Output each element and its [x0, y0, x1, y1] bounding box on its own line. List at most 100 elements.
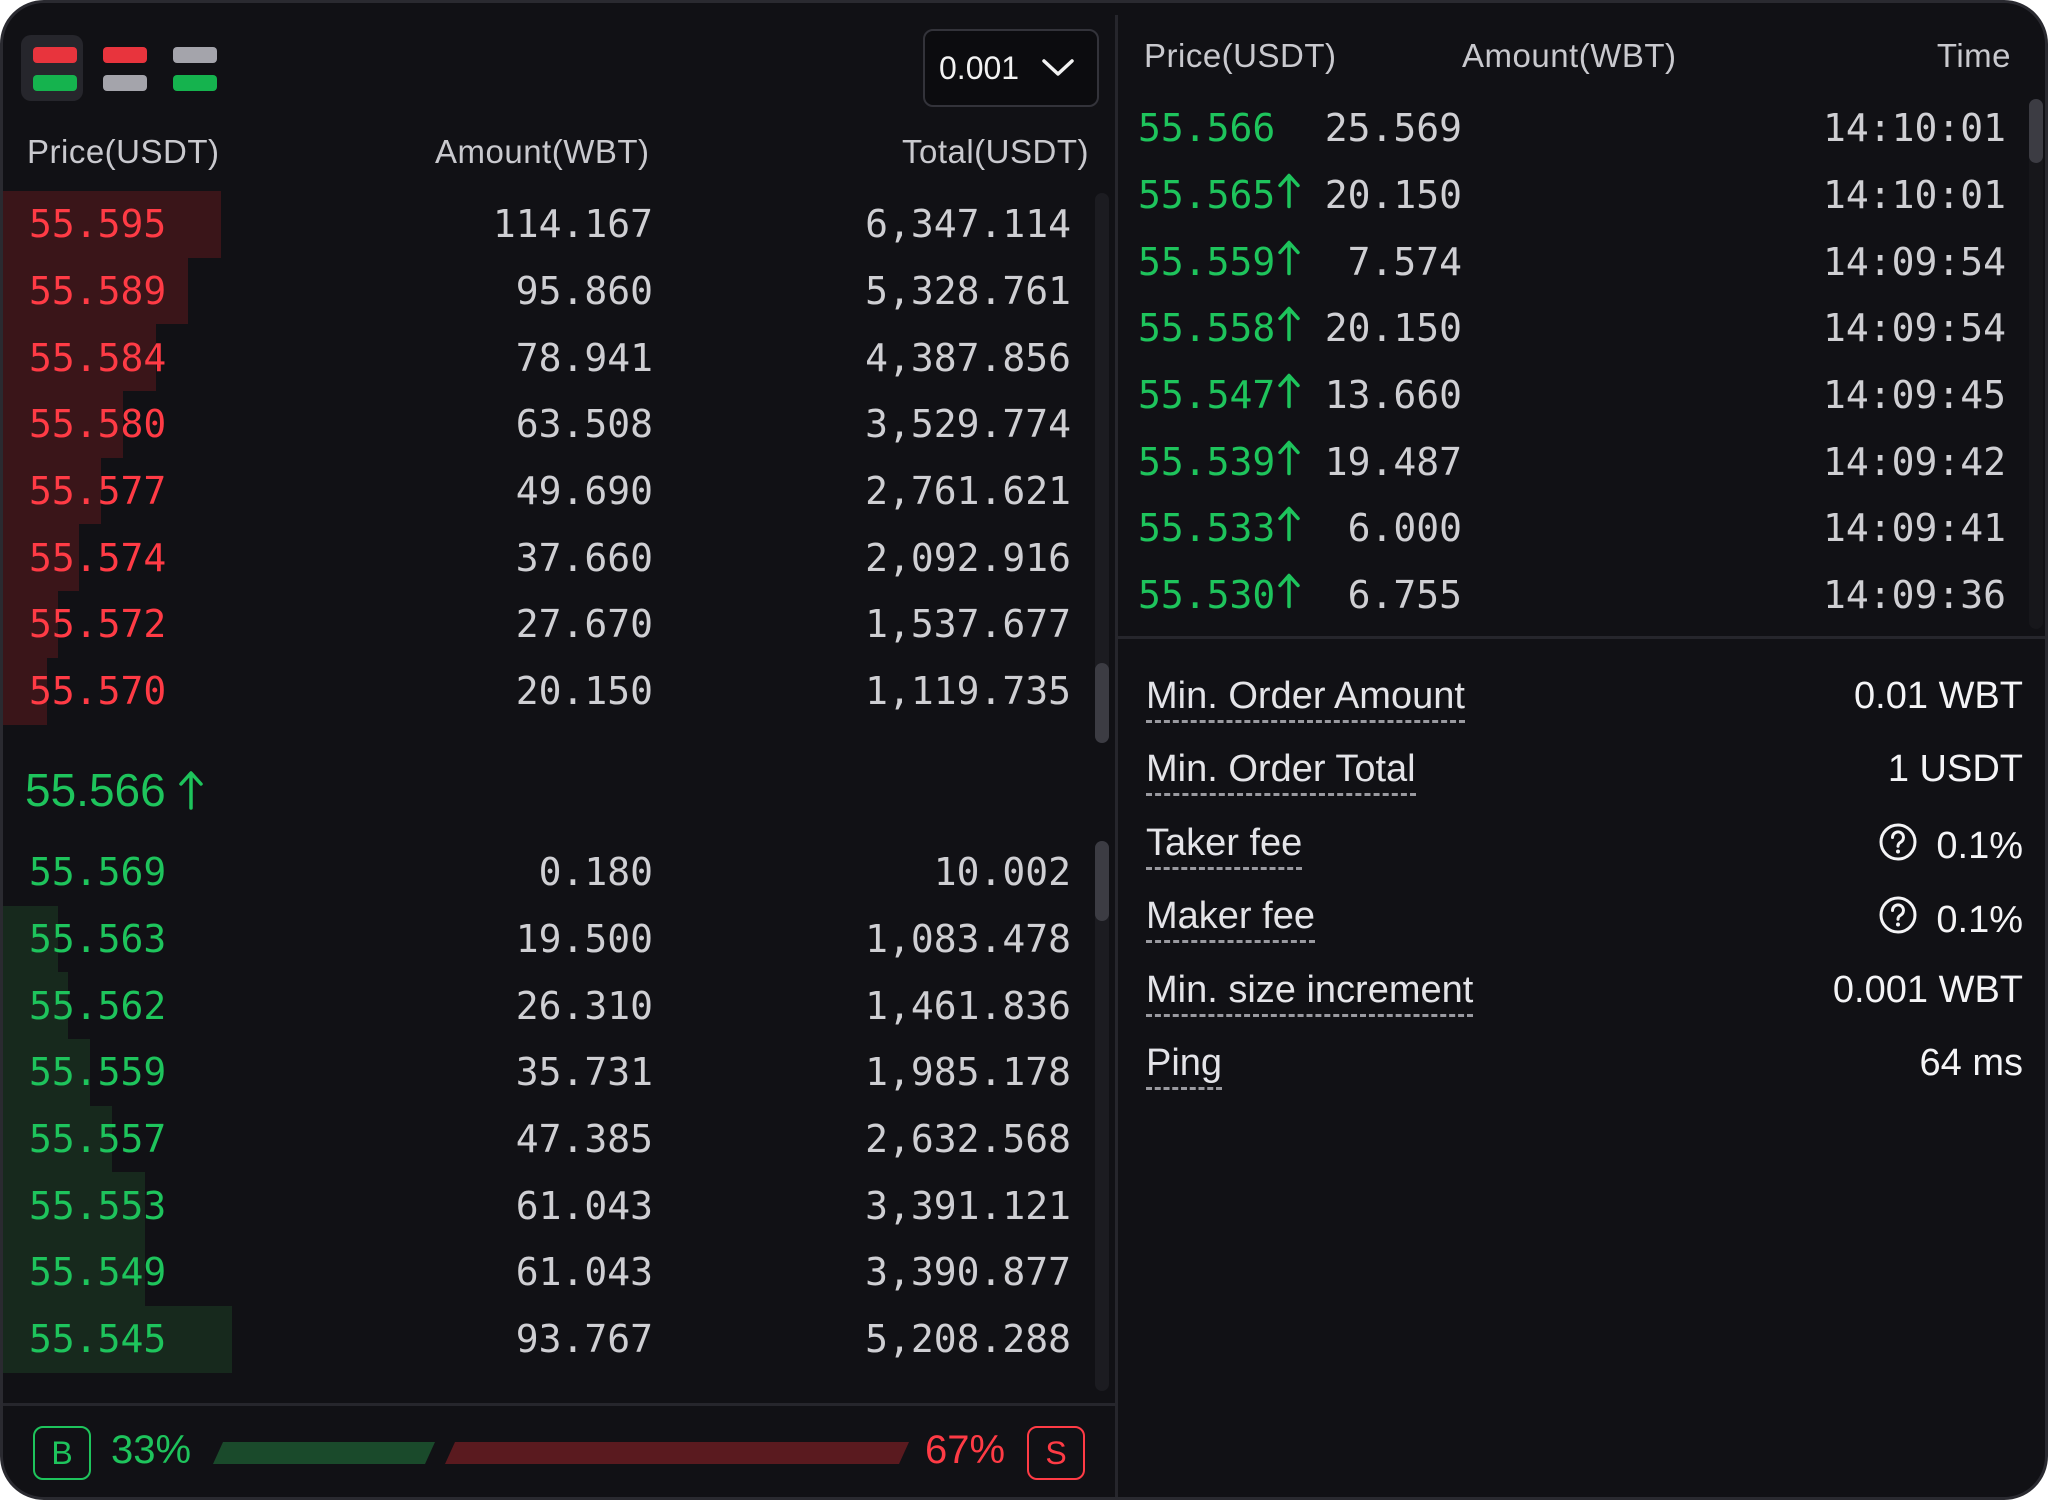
info-label[interactable]: Min. Order Amount — [1146, 675, 1465, 723]
arrow-up-icon — [1278, 439, 1300, 484]
row-total: 2,632.568 — [865, 1117, 1071, 1162]
trades-list: 55.566 25.569 14:10:01 55.565 20.150 14:10:01… — [1118, 95, 2028, 629]
trade-amount: 13.660 — [1324, 373, 1462, 418]
row-price: 55.559 — [29, 1050, 167, 1095]
trades-info-divider — [1118, 636, 2045, 639]
info-label[interactable]: Ping — [1146, 1042, 1223, 1090]
row-price: 55.549 — [29, 1250, 167, 1295]
info-value: 64 ms — [1919, 1041, 2023, 1084]
row-total: 3,391.121 — [865, 1183, 1071, 1228]
bid-list: 55.569 0.180 10.002 55.563 19.500 1,083.478 55… — [3, 839, 1093, 1395]
trade-row: 55.559 7.574 14:09:54 — [1118, 228, 2028, 295]
view-bids-button[interactable] — [161, 35, 223, 101]
arrow-up-icon — [1278, 573, 1300, 618]
market-info: Min. Order Amount 0.01 WBT Min. Order Tota… — [1118, 663, 2045, 1103]
order-book-row[interactable]: 55.557 47.385 2,632.568 — [3, 1105, 1093, 1173]
row-total: 2,761.621 — [865, 469, 1071, 514]
trade-row: 55.530 6.755 14:09:36 — [1118, 562, 2028, 629]
info-value-wrap: 0.01 WBT — [1854, 675, 2023, 718]
question-circle-icon[interactable] — [1878, 895, 1918, 945]
view-both-button[interactable] — [21, 35, 83, 101]
info-label[interactable]: Maker fee — [1146, 895, 1315, 944]
order-book-row[interactable]: 55.595 114.167 6,347.114 — [3, 191, 1093, 258]
row-price: 55.545 — [29, 1317, 167, 1362]
info-label[interactable]: Taker fee — [1146, 822, 1303, 870]
order-book-row[interactable]: 55.569 0.180 10.002 — [3, 839, 1093, 906]
order-book-row[interactable]: 55.584 78.941 4,387.856 — [3, 324, 1093, 392]
sell-badge: S — [1027, 1426, 1085, 1480]
order-book-header: Price(USDT) Amount(WBT) Total(USDT) — [3, 133, 1115, 173]
row-total: 6,347.114 — [865, 202, 1071, 247]
trade-time: 14:09:54 — [1822, 239, 2006, 284]
trade-row: 55.558 20.150 14:09:54 — [1118, 295, 2028, 362]
info-value-wrap: 0.001 WBT — [1833, 969, 2023, 1012]
order-book-row[interactable]: 55.549 61.043 3,390.877 — [3, 1239, 1093, 1306]
order-book-row[interactable]: 55.572 27.670 1,537.677 — [3, 591, 1093, 658]
trade-time: 14:10:01 — [1822, 173, 2006, 218]
info-value: 0.1% — [1936, 898, 2023, 941]
precision-select[interactable]: 0.001 — [923, 29, 1099, 107]
bids-scrollbar[interactable] — [1095, 841, 1109, 1391]
row-total: 1,461.836 — [865, 983, 1071, 1028]
trade-time: 14:09:45 — [1822, 373, 2006, 418]
trade-amount: 6.000 — [1347, 506, 1462, 551]
trades-scrollbar[interactable] — [2029, 99, 2043, 629]
trade-price: 55.530 — [1138, 573, 1276, 618]
order-book-row[interactable]: 55.580 63.508 3,529.774 — [3, 391, 1093, 458]
row-price: 55.553 — [29, 1183, 167, 1228]
row-amount: 35.731 — [515, 1050, 653, 1095]
view-toggle-group — [21, 35, 223, 101]
order-book-row[interactable]: 55.563 19.500 1,083.478 — [3, 905, 1093, 973]
view-both-icon — [33, 47, 77, 63]
trade-time: 14:09:42 — [1822, 439, 2006, 484]
trade-row: 55.565 20.150 14:10:01 — [1118, 162, 2028, 229]
order-book-row[interactable]: 55.574 37.660 2,092.916 — [3, 524, 1093, 592]
row-amount: 61.043 — [515, 1183, 653, 1228]
order-book-row[interactable]: 55.589 95.860 5,328.761 — [3, 257, 1093, 325]
info-row: Maker fee 0.1% — [1118, 883, 2045, 956]
order-book-row[interactable]: 55.562 26.310 1,461.836 — [3, 972, 1093, 1040]
trade-time: 14:09:36 — [1822, 573, 2006, 618]
view-asks-button[interactable] — [91, 35, 153, 101]
info-row: Ping 64 ms — [1118, 1030, 2045, 1103]
row-amount: 93.767 — [515, 1317, 653, 1362]
info-value: 0.1% — [1936, 825, 2023, 868]
question-circle-icon[interactable] — [1878, 822, 1918, 872]
buy-badge: B — [33, 1426, 91, 1480]
buy-ratio-bar — [213, 1442, 435, 1464]
row-amount: 114.167 — [492, 202, 653, 247]
row-price: 55.563 — [29, 917, 167, 962]
order-book-row[interactable]: 55.559 35.731 1,985.178 — [3, 1039, 1093, 1106]
asks-scrollbar[interactable] — [1095, 193, 1109, 743]
buy-percentage: 33% — [111, 1428, 192, 1472]
info-label[interactable]: Min. size increment — [1146, 969, 1474, 1017]
row-price: 55.574 — [29, 535, 167, 580]
info-value-wrap: 1 USDT — [1888, 748, 2023, 791]
row-price: 55.569 — [29, 850, 167, 895]
row-total: 3,529.774 — [865, 402, 1071, 447]
trade-amount: 20.150 — [1324, 306, 1462, 351]
row-amount: 47.385 — [515, 1117, 653, 1162]
row-amount: 19.500 — [515, 917, 653, 962]
order-book-row[interactable]: 55.545 93.767 5,208.288 — [3, 1305, 1093, 1373]
order-book-row[interactable]: 55.577 49.690 2,761.621 — [3, 457, 1093, 525]
trade-row: 55.533 6.000 14:09:41 — [1118, 495, 2028, 562]
row-amount: 49.690 — [515, 469, 653, 514]
arrow-up-icon — [1278, 373, 1300, 418]
info-row: Min. Order Total 1 USDT — [1118, 736, 2045, 809]
info-label[interactable]: Min. Order Total — [1146, 748, 1416, 797]
trade-time: 14:09:41 — [1822, 506, 2006, 551]
trade-price: 55.559 — [1138, 239, 1276, 284]
trade-price: 55.547 — [1138, 373, 1276, 418]
order-book-row[interactable]: 55.553 61.043 3,391.121 — [3, 1172, 1093, 1240]
view-bids-icon — [173, 47, 217, 63]
chevron-down-icon — [1042, 59, 1074, 76]
info-row: Taker fee 0.1% — [1118, 810, 2045, 883]
row-amount: 27.670 — [515, 602, 653, 647]
row-total: 5,328.761 — [865, 269, 1071, 314]
order-book-row[interactable]: 55.570 20.150 1,119.735 — [3, 657, 1093, 725]
info-value-wrap: 0.1% — [1878, 895, 2023, 945]
row-total: 10.002 — [933, 850, 1071, 895]
trade-amount: 6.755 — [1347, 573, 1462, 618]
trade-amount: 25.569 — [1324, 106, 1462, 151]
